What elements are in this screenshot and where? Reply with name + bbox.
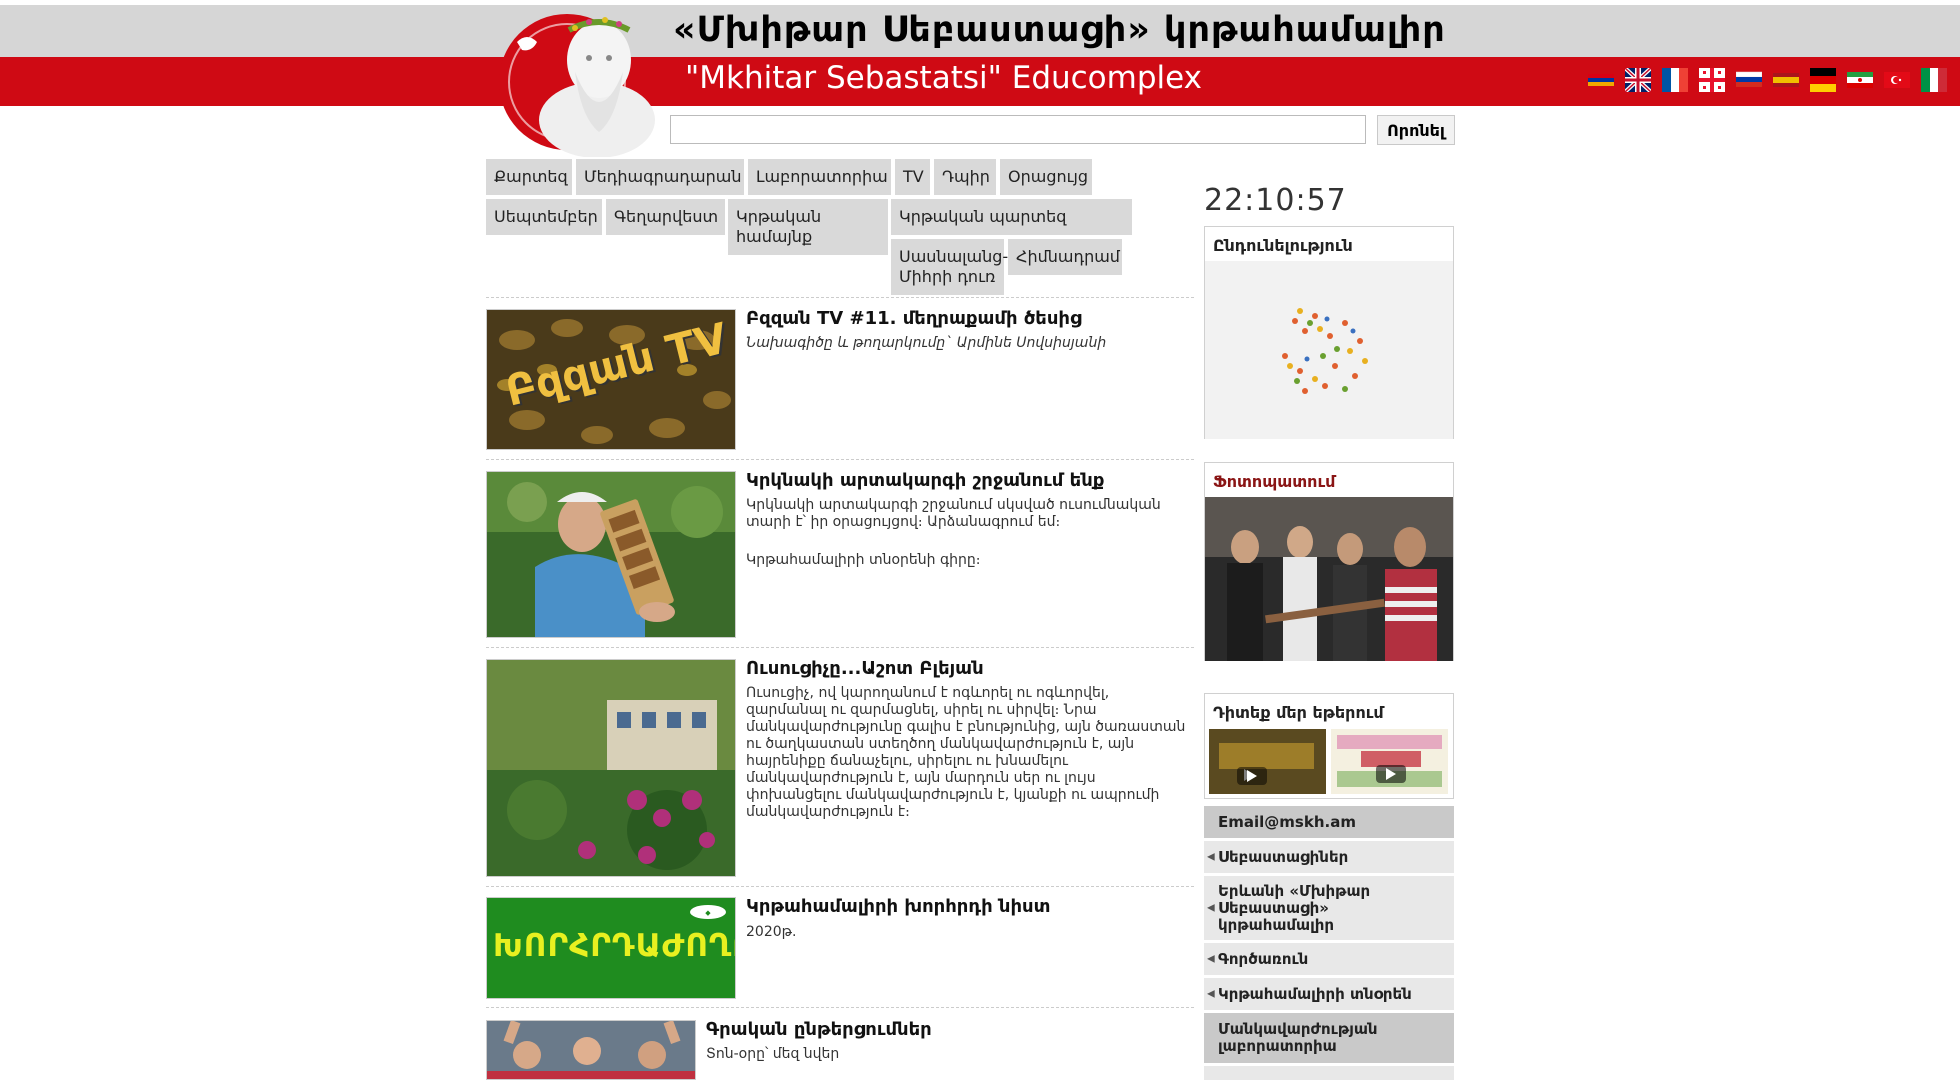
nav-item-tv[interactable]: TV bbox=[895, 159, 930, 195]
photo-story-box[interactable]: Ֆոտոպատում bbox=[1204, 462, 1454, 661]
nav-item-edu-garden[interactable]: Կրթական պարտեզ bbox=[891, 199, 1132, 235]
menu-item-pedagogy-lab[interactable]: Մանկավարժության լաբորատորիա bbox=[1204, 1013, 1454, 1063]
flag-iran-icon[interactable]: فارسی bbox=[1847, 68, 1873, 92]
divider bbox=[486, 886, 1194, 887]
nav-item-seminars[interactable]: Սեպտեմբեր bbox=[486, 199, 602, 235]
article-text: Ուսուցիչ, ով կարողանում է ոգևորել ու ոգև… bbox=[746, 685, 1186, 820]
clock-display: 22:10:57 bbox=[1204, 183, 1347, 218]
divider bbox=[486, 297, 1194, 298]
nav-item-community[interactable]: Կրթական համայնք bbox=[728, 199, 888, 255]
article-title[interactable]: Գրական ընթերցումներ bbox=[706, 1019, 932, 1040]
article-thumb-council[interactable]: ◆ ԽՈՐՀՐԴԱԺՈՂՈՎ bbox=[486, 897, 736, 999]
flag-spain-icon[interactable]: Español bbox=[1773, 68, 1799, 92]
caret-left-icon: ◀ bbox=[1207, 953, 1215, 965]
menu-item-label: Կրթահամալիրի տնօրեն bbox=[1218, 984, 1412, 1003]
man-with-frame-image bbox=[487, 472, 735, 637]
article-text: 2020թ. bbox=[746, 924, 797, 940]
nav-item-laboratories[interactable]: Լաբորատորիա bbox=[748, 159, 891, 195]
flag-georgia-icon[interactable]: ქართული bbox=[1699, 68, 1725, 92]
caret-left-icon: ◀ bbox=[1207, 902, 1215, 914]
watch-title: Դիտեք մեր եթերում bbox=[1213, 703, 1384, 722]
children-image bbox=[487, 1021, 695, 1079]
flag-france-icon[interactable]: Français bbox=[1662, 68, 1688, 92]
menu-item-label: Գործառուն bbox=[1218, 949, 1309, 968]
article-text: Տոն-օրը՝ մեզ նվեր bbox=[706, 1046, 840, 1062]
mskh-small-logo: ◆ bbox=[690, 905, 726, 919]
divider bbox=[486, 1007, 1194, 1008]
menu-item-gortsarun[interactable]: ◀ Գործառուն bbox=[1204, 943, 1454, 975]
article-thumb-teacher[interactable] bbox=[486, 659, 736, 877]
thumb-label: ԽՈՐՀՐԴԱԺՈՂՈՎ bbox=[493, 928, 735, 964]
admission-image bbox=[1205, 261, 1453, 439]
menu-item-director[interactable]: ◀ Կրթահամալիրի տնօրեն bbox=[1204, 978, 1454, 1010]
photo-story-title: Ֆոտոպատում bbox=[1213, 472, 1336, 491]
divider bbox=[486, 647, 1194, 648]
admission-title: Ընդունելություն bbox=[1213, 236, 1353, 255]
garden-flowers-image bbox=[487, 660, 735, 876]
article-title[interactable]: Կրթահամալիրի խորհրդի նիստ bbox=[746, 896, 1050, 917]
nav-item-mediacenter[interactable]: Մեդիագրադարան bbox=[576, 159, 744, 195]
nav-item-art[interactable]: Գեղարվեստ bbox=[606, 199, 725, 235]
article-title[interactable]: Բզզան TV #11. մեղրաքամի ծեսից bbox=[746, 308, 1082, 329]
menu-item-more[interactable] bbox=[1204, 1066, 1454, 1080]
article-text-2: Կրթահամալիրի տնօրենի գիրը։ bbox=[746, 552, 981, 568]
site-title-english: "Mkhitar Sebastatsi" Educomplex bbox=[685, 60, 1203, 96]
menu-item-educomplex[interactable]: ◀ Երևանի «Մխիթար Սեբաստացի» կրթահամալիր bbox=[1204, 876, 1454, 940]
admission-box[interactable]: Ընդունելություն bbox=[1204, 226, 1454, 439]
flag-turkey-icon[interactable]: Türkçe bbox=[1884, 68, 1910, 92]
watch-box: Դիտեք մեր եթերում bbox=[1204, 693, 1454, 799]
flag-russia-icon[interactable]: Русский bbox=[1736, 68, 1762, 92]
site-title-armenian: «Մխիթար Սեբաստացի» կրթահամալիր bbox=[673, 10, 1446, 50]
mskh-tv-video-thumb[interactable] bbox=[1331, 729, 1448, 794]
bzzan-tv-video-thumb[interactable] bbox=[1209, 729, 1326, 794]
article-title[interactable]: Ուսուցիչը...Աշոտ Բլեյան bbox=[746, 658, 984, 679]
menu-item-label: Սեբաստացիներ bbox=[1218, 847, 1349, 866]
divider bbox=[486, 459, 1194, 460]
caret-left-icon: ◀ bbox=[1207, 988, 1215, 1000]
photo-story-image bbox=[1205, 497, 1453, 661]
school-logo[interactable] bbox=[497, 2, 665, 157]
email-link[interactable]: Email@mskh.am bbox=[1204, 806, 1454, 838]
search-button[interactable]: Որոնել bbox=[1377, 115, 1455, 145]
article-title[interactable]: Կրկնակի արտակարգի շրջանում ենք bbox=[746, 470, 1104, 491]
article-thumb-bzzan-tv[interactable]: Բզզան TV bbox=[486, 309, 736, 450]
caret-left-icon: ◀ bbox=[1207, 851, 1215, 863]
article-thumb-reading[interactable] bbox=[486, 1020, 696, 1080]
flag-germany-icon[interactable]: Deutsch bbox=[1810, 68, 1836, 92]
flag-italy-icon[interactable]: Italiano bbox=[1921, 68, 1947, 92]
nav-item-calendar[interactable]: Օրացույց bbox=[1000, 159, 1092, 195]
nav-item-blog[interactable]: Դպիր bbox=[934, 159, 996, 195]
svg-text:◆: ◆ bbox=[705, 909, 711, 917]
flag-armenia-icon[interactable]: Հայերեն bbox=[1588, 68, 1614, 92]
nav-item-foundation[interactable]: Հիմնադրամ bbox=[1008, 239, 1122, 275]
nav-item-map[interactable]: Քարտեզ bbox=[486, 159, 572, 195]
menu-item-sebastatsiner[interactable]: ◀ Սեբաստացիներ bbox=[1204, 841, 1454, 873]
language-flags: Հայերեն English Français ქართული Русский… bbox=[1588, 68, 1947, 92]
search-input[interactable] bbox=[670, 115, 1366, 144]
article-thumb-director[interactable] bbox=[486, 471, 736, 638]
flag-uk-icon[interactable]: English bbox=[1625, 68, 1651, 92]
nav-item-student-house[interactable]: Սասնալանց-Միհրի դուռ bbox=[891, 239, 1008, 295]
article-text: Նախագիծը և թողարկումը` Արմինե Սովսիսյանի bbox=[746, 335, 1107, 351]
menu-item-label: Երևանի «Մխիթար Սեբաստացի» կրթահամալիր bbox=[1218, 881, 1371, 934]
article-text: Կրկնակի արտակարգի շրջանում սկսված ուսում… bbox=[746, 497, 1161, 530]
